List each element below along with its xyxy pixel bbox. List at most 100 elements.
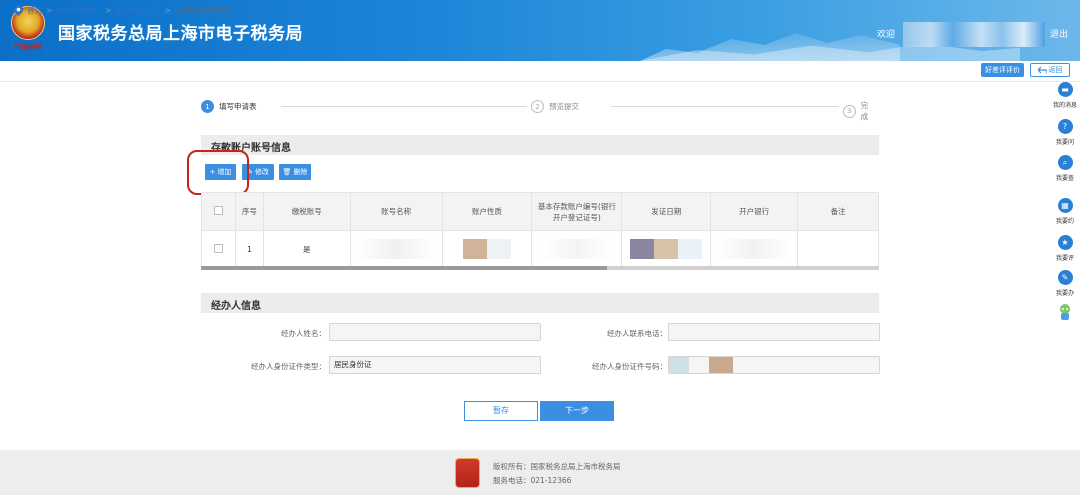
column-header: 账号名称 (349, 192, 443, 231)
sidebar-item-label: 我要问 (1055, 139, 1074, 146)
agent-id-type-label: 经办人身份证件类型： (251, 362, 326, 371)
column-header: 备注 (797, 192, 879, 231)
message-icon: ▬ (1057, 82, 1073, 97)
copyright-text: 版权所有：国家税务总局上海市税务局 (493, 462, 621, 471)
question-icon: ? (1057, 119, 1073, 134)
footer: 版权所有：国家税务总局上海市税务局 服务电话：021-12366 (0, 450, 1080, 495)
sidebar-item-query[interactable]: ⌕ 我要查 (1050, 155, 1080, 182)
select-all-checkbox[interactable] (213, 206, 223, 215)
agent-section-header: 经办人信息 (201, 293, 879, 313)
robot-icon (1060, 304, 1070, 320)
back-label: 返回 (1048, 66, 1063, 74)
agent-id-no-label: 经办人身份证件号码： (592, 362, 667, 371)
search-icon: ⌕ (1057, 155, 1073, 170)
redacted-block (630, 239, 655, 259)
agent-id-no-input[interactable] (668, 356, 880, 374)
step-number: 2 (531, 100, 544, 113)
redacted-block (541, 239, 612, 259)
redacted-block (654, 239, 679, 259)
welcome-text: 欢迎 (877, 30, 896, 40)
agent-phone-input[interactable] (668, 323, 880, 341)
sidebar-item-label: 我要约 (1055, 218, 1074, 225)
table-horizontal-scrollbar[interactable] (201, 266, 879, 270)
trash-icon: 🗑 (282, 168, 292, 176)
breadcrumb-separator: > (105, 6, 112, 15)
edit-icon: ✎ (1057, 270, 1073, 285)
breadcrumb-separator: > (46, 6, 53, 15)
breadcrumb: 首页 > 综合信息报告 > 制度信息报告 > 存款账户账号报告 (14, 5, 235, 16)
step-preview-submit: 2 预览提交 (527, 100, 583, 113)
redacted-block (463, 239, 488, 259)
annotation-highlight-circle (187, 150, 249, 195)
column-header: 缴税账号 (262, 192, 351, 231)
sidebar-item-messages[interactable]: ▬ 我的消息 (1050, 82, 1080, 109)
row-issue-date (621, 230, 712, 268)
step-connector (611, 106, 843, 107)
assistant-robot-icon[interactable] (1050, 303, 1080, 323)
sidebar-item-handle[interactable]: ✎ 我要办 (1050, 270, 1080, 297)
emblem-caption: 中国税务 (14, 42, 42, 51)
next-step-button[interactable]: 下一步 (540, 401, 614, 421)
agent-name-label: 经办人姓名： (281, 329, 326, 338)
progress-steps: 1 填写申请表 2 预览提交 3 完成 (201, 100, 879, 122)
column-header: 账户性质 (441, 192, 533, 231)
service-phone-text: 服务电话：021-12366 (493, 476, 572, 485)
step-label: 预览提交 (549, 102, 579, 111)
table-header-row: 序号 缴税账号 账号名称 账户性质 基本存款账户编号(银行开户登记证号) 发证日… (201, 192, 879, 231)
logout-link[interactable]: 退出 (1050, 27, 1068, 40)
row-bank (710, 230, 799, 268)
step-number: 3 (843, 104, 856, 118)
redacted-block (487, 239, 512, 259)
sidebar-item-ask[interactable]: ? 我要问 (1050, 119, 1080, 146)
tax-logo-icon (455, 458, 480, 488)
row-index: 1 (234, 230, 264, 268)
row-account-name (349, 230, 443, 268)
sidebar-item-appointment[interactable]: ▦ 我要约 (1050, 198, 1080, 225)
sidebar-item-label: 我要办 (1055, 290, 1074, 297)
row-account-type (441, 230, 533, 268)
site-title: 国家税务总局上海市电子税务局 (58, 24, 303, 44)
calendar-icon: ▦ (1057, 198, 1073, 213)
breadcrumb-level2[interactable]: 制度信息报告 (116, 5, 161, 16)
account-section-header: 存款账户账号信息 (201, 135, 879, 155)
row-tax-account: 是 (262, 230, 351, 268)
column-header: 序号 (234, 192, 264, 231)
account-table: 序号 缴税账号 账号名称 账户性质 基本存款账户编号(银行开户登记证号) 发证日… (201, 192, 879, 268)
agent-id-type-select[interactable]: 居民身份证 (329, 356, 541, 374)
redacted-block (716, 239, 793, 259)
rate-button[interactable]: 好差评评价 (981, 63, 1024, 77)
sidebar-item-label: 我要评 (1055, 255, 1074, 262)
step-fill-form: 1 填写申请表 (201, 100, 261, 113)
redacted-block (709, 357, 733, 373)
sidebar-item-rate[interactable]: ★ 我要评 (1050, 235, 1080, 262)
delete-label: 删除 (293, 168, 308, 176)
breadcrumb-home[interactable]: 首页 (27, 5, 42, 16)
step-number: 1 (201, 100, 214, 113)
breadcrumb-level1[interactable]: 综合信息报告 (56, 5, 101, 16)
redacted-block (669, 357, 689, 373)
back-button[interactable]: 返回 (1030, 63, 1070, 77)
location-pin-icon (14, 5, 23, 16)
agent-name-input[interactable] (329, 323, 541, 341)
select-all-cell (201, 192, 236, 231)
breadcrumb-current: 存款账户账号报告 (174, 6, 235, 15)
row-checkbox[interactable] (213, 243, 223, 253)
sidebar-item-label: 我要查 (1055, 175, 1074, 182)
step-complete: 3 完成 (839, 100, 879, 122)
step-label: 完成 (860, 101, 869, 121)
row-basic-no (531, 230, 623, 268)
edit-label: 修改 (254, 168, 269, 176)
save-draft-button[interactable]: 暂存 (464, 401, 538, 421)
delete-button[interactable]: 🗑 删除 (279, 164, 311, 180)
redacted-block (356, 239, 437, 259)
back-arrow-icon (1037, 66, 1047, 74)
step-label: 填写申请表 (219, 102, 257, 111)
table-row[interactable]: 1 是 (201, 230, 879, 268)
agent-phone-label: 经办人联系电话： (607, 329, 667, 338)
sidebar-item-label: 我的消息 (1052, 102, 1077, 109)
scrollbar-thumb[interactable] (201, 266, 607, 270)
column-header: 基本存款账户编号(银行开户登记证号) (531, 192, 623, 231)
row-select-cell (201, 230, 236, 268)
redacted-block (678, 239, 703, 259)
section-title: 经办人信息 (211, 301, 261, 312)
